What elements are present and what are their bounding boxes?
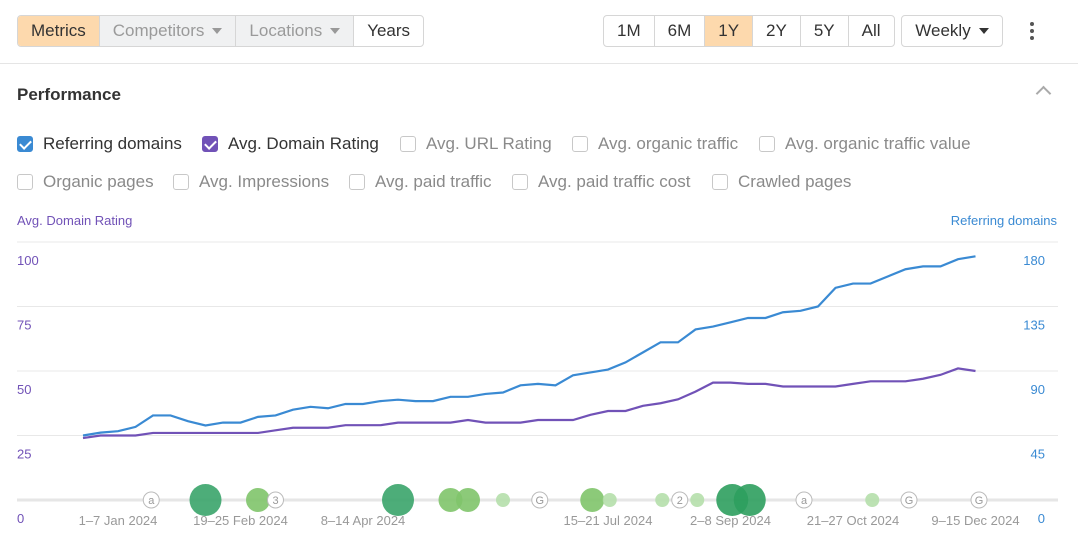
annotation-bubble xyxy=(580,488,605,512)
annotation-label: G xyxy=(975,495,984,507)
annotation-bubble xyxy=(865,493,880,507)
annotation-label: 3 xyxy=(272,495,278,507)
right-tick-label: 90 xyxy=(1031,382,1045,397)
annotation-label: 2 xyxy=(677,495,683,507)
annotation-label: G xyxy=(535,495,544,507)
annotation-bubble xyxy=(189,484,222,516)
series-line-referring-domains xyxy=(82,255,976,437)
annotation-label: G xyxy=(905,495,914,507)
right-tick-label: 0 xyxy=(1038,511,1045,526)
left-tick-label: 75 xyxy=(17,318,31,333)
x-tick-label: 9–15 Dec 2024 xyxy=(931,513,1019,528)
left-tick-label: 100 xyxy=(17,253,39,268)
performance-chart: 0 025 4550 9075 135100 1801–7 Jan 2024 19–25 F… xyxy=(17,241,1058,528)
annotation-bubble xyxy=(456,488,480,512)
annotation-bubble xyxy=(246,488,270,512)
right-tick-label: 180 xyxy=(1023,253,1045,268)
x-tick-label: 1–7 Jan 2024 xyxy=(79,513,158,528)
x-tick-label: 15–21 Jul 2024 xyxy=(564,513,653,528)
annotation-bubble xyxy=(382,484,414,516)
left-tick-label: 50 xyxy=(17,382,31,397)
left-tick-label: 25 xyxy=(17,447,31,462)
annotation-bubble xyxy=(733,484,766,516)
annotation-label: a xyxy=(148,495,155,507)
right-tick-label: 135 xyxy=(1023,318,1045,333)
x-tick-label: 21–27 Oct 2024 xyxy=(807,513,900,528)
annotation-bubble xyxy=(690,493,705,507)
left-tick-label: 0 xyxy=(17,511,24,526)
annotation-bubble xyxy=(655,493,670,507)
series-line-domain-rating xyxy=(82,367,976,440)
annotation-bubble xyxy=(602,493,617,507)
x-tick-label: 8–14 Apr 2024 xyxy=(321,513,406,528)
right-tick-label: 45 xyxy=(1031,447,1045,462)
annotation-bubble xyxy=(496,493,510,507)
annotation-label: a xyxy=(801,495,808,507)
